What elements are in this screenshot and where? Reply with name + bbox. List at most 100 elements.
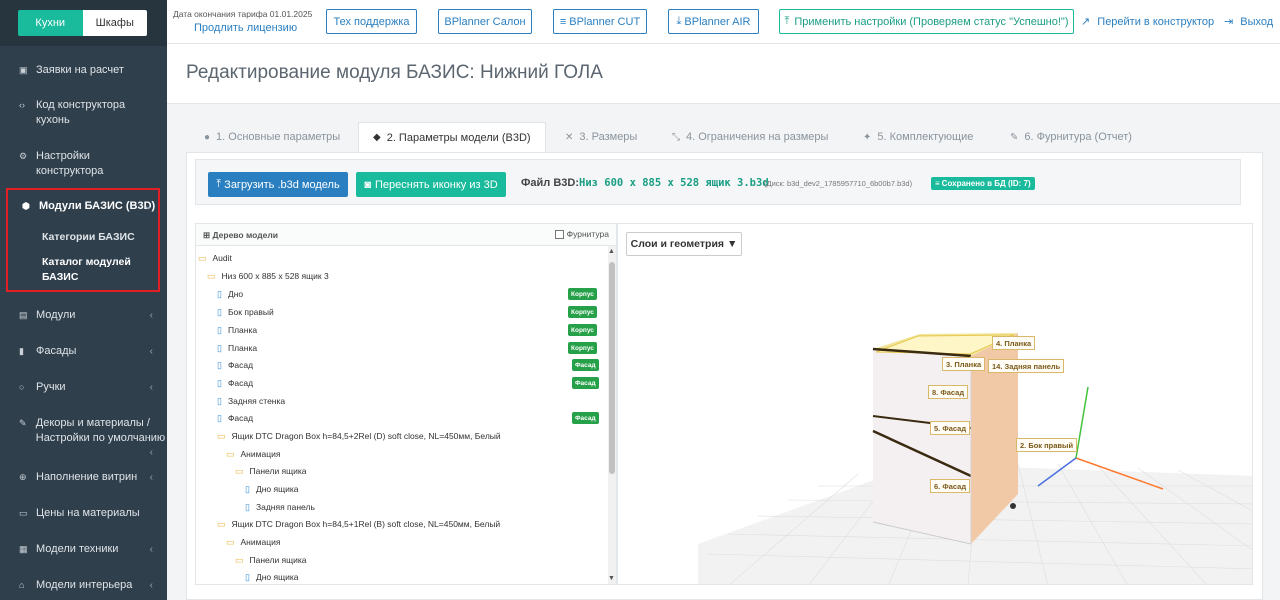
tab-model-params[interactable]: ◆ 2. Параметры модели (B3D) xyxy=(358,122,546,152)
tab-sizes[interactable]: ✕ 3. Размеры xyxy=(565,122,637,152)
tech-support-button[interactable]: Тех поддержка xyxy=(326,9,417,34)
bplanner-salon-button[interactable]: BPlanner Салон xyxy=(438,9,532,34)
folder-icon: ▭ xyxy=(226,536,235,547)
tab-size-limits[interactable]: ⤡ 4. Ограничения на размеры xyxy=(672,122,828,152)
tree-node-label: Планка xyxy=(227,325,258,335)
tree-node[interactable]: ▯ Фасад xyxy=(217,376,253,390)
clipboard-icon: ▣ xyxy=(19,65,28,75)
tree-node[interactable]: ▯ Фасад xyxy=(217,411,253,425)
tree-node[interactable]: ▭ Ящик DTC Dragon Box h=84,5+2Rel (D) sof… xyxy=(217,429,501,443)
tree-node[interactable]: ▯ Задняя панель xyxy=(245,500,315,514)
tree-node-label: Фасад xyxy=(227,360,254,370)
tree-node[interactable]: ▭ Панели ящика xyxy=(235,464,307,478)
sidebar-item-appliances[interactable]: ▦ Модели техники ‹ xyxy=(0,542,167,557)
sidebar-item-facades[interactable]: ▮ Фасады ‹ xyxy=(0,344,167,359)
top-bar: Дата окончания тарифа 01.01.2025 Продлит… xyxy=(167,0,1280,44)
tree-node[interactable]: ▯ Задняя стенка xyxy=(217,394,285,408)
part-label[interactable]: 14. Задняя панель xyxy=(988,359,1065,373)
tree-node[interactable]: ▯ Фасад xyxy=(217,358,253,372)
mode-kitchens-button[interactable]: Кухни xyxy=(18,10,83,36)
chevron-left-icon: ‹ xyxy=(149,447,153,458)
3d-scene[interactable] xyxy=(618,224,1253,585)
tree-node[interactable]: ▭ Анимация xyxy=(226,535,280,549)
bplanner-air-button[interactable]: ⤓ BPlanner AIR xyxy=(668,9,759,34)
code-icon: ‹› xyxy=(19,100,25,110)
tree-node[interactable]: ▯ Дно xyxy=(217,287,243,301)
tree-node-label: Ящик DTC Dragon Box h=84,5+1Rel (B) soft… xyxy=(231,519,501,529)
sidebar-item-code[interactable]: ‹› Код конструктора кухонь xyxy=(0,98,167,128)
tree-node-label: Дно xyxy=(227,289,244,299)
reshoot-icon-button[interactable]: ◙ Переснять иконку из 3D xyxy=(356,172,506,197)
database-icon: ≡ xyxy=(935,179,940,188)
scroll-thumb[interactable] xyxy=(609,262,615,474)
bplanner-cut-button[interactable]: ≡ BPlanner CUT xyxy=(553,9,647,34)
scroll-down-icon[interactable]: ▼ xyxy=(608,575,615,582)
apply-settings-label: Применить настройки (Проверяем статус "У… xyxy=(794,15,1069,28)
tree-node[interactable]: ▯ Планка xyxy=(217,341,257,355)
file-icon: ▯ xyxy=(217,288,222,299)
resize-icon: ⤡ xyxy=(672,131,680,143)
furniture-checkbox[interactable]: Фурнитура xyxy=(554,229,609,239)
sidebar-item-interior[interactable]: ⌂ Модели интерьера ‹ xyxy=(0,578,167,593)
camera-icon: ◙ xyxy=(364,178,371,191)
tree-node[interactable]: ▭ Ящик DTC Dragon Box h=84,5+1Rel (B) sof… xyxy=(217,517,500,531)
part-label[interactable]: 4. Планка xyxy=(992,336,1036,350)
chevron-left-icon: ‹ xyxy=(149,310,153,321)
tab-label: 2. Параметры модели (B3D) xyxy=(386,131,531,144)
part-label[interactable]: 3. Планка xyxy=(942,357,986,371)
tree-node-label: Audit xyxy=(212,253,232,263)
file-icon: ▯ xyxy=(217,377,222,388)
highlight-frame xyxy=(6,188,160,292)
sidebar-item-decors[interactable]: ✎ Декоры и материалы / Настройки по умол… xyxy=(0,416,167,458)
tab-label: 3. Размеры xyxy=(579,131,638,143)
part-label[interactable]: 6. Фасад xyxy=(930,479,971,493)
part-label[interactable]: 8. Фасад xyxy=(928,385,969,399)
tree-node[interactable]: ▯ Дно ящика xyxy=(245,570,298,584)
3d-viewer[interactable]: Слои и геометрия ▼ 4. Планка 3. Планка 1… xyxy=(617,223,1253,585)
tree-node[interactable]: ▯ Планка xyxy=(217,323,257,337)
puzzle-icon: ✦ xyxy=(863,131,872,143)
tree-node[interactable]: ▯ Дно ящика xyxy=(245,482,298,496)
tree-node-label: Планка xyxy=(227,343,258,353)
folder-icon: ▭ xyxy=(235,554,244,565)
mode-wardrobes-button[interactable]: Шкафы xyxy=(82,10,147,36)
folder-icon: ▭ xyxy=(226,448,235,459)
sidebar-item-prices[interactable]: ▭ Цены на материалы xyxy=(0,506,167,521)
scroll-up-icon[interactable]: ▲ xyxy=(608,248,615,255)
tree-node[interactable]: ▯ Бок правый xyxy=(217,305,274,319)
tree-node[interactable]: ▭ Панели ящика xyxy=(235,553,307,567)
sidebar-item-label: Заявки на расчет xyxy=(36,64,124,76)
tab-components[interactable]: ✦ 5. Комплектующие xyxy=(863,122,973,152)
renew-license-link[interactable]: Продлить лицензию xyxy=(194,22,297,34)
tab-hardware-report[interactable]: ✎ 6. Фурнитура (Отчет) xyxy=(1010,122,1132,152)
sidebar-item-label: Модели интерьера xyxy=(36,579,133,591)
tree-node[interactable]: ▭ Анимация xyxy=(226,447,280,461)
model-tree-title: ⊞ Дерево модели xyxy=(203,230,278,241)
layers-geometry-dropdown[interactable]: Слои и геометрия ▼ xyxy=(626,232,742,256)
logout-link[interactable]: ⇥ Выход xyxy=(1224,15,1273,28)
tree-node[interactable]: ▭ Низ 600 x 885 x 528 ящик 3 xyxy=(207,269,329,283)
sidebar-item-showcase[interactable]: ⊕ Наполнение витрин ‹ xyxy=(0,470,167,485)
tab-label: 6. Фурнитура (Отчет) xyxy=(1024,131,1132,143)
tab-label: 5. Комплектующие xyxy=(877,131,974,143)
sidebar-item-modules[interactable]: ▤ Модули ‹ xyxy=(0,308,167,323)
sidebar-item-handles[interactable]: ○ Ручки ‹ xyxy=(0,380,167,395)
upload-b3d-button[interactable]: ⤒ Загрузить .b3d модель xyxy=(208,172,348,197)
part-label[interactable]: 5. Фасад xyxy=(930,421,971,435)
saved-status-badge: ≡ Сохранено в БД (ID: 7) xyxy=(931,177,1035,190)
apply-settings-button[interactable]: ⤒ Применить настройки (Проверяем статус … xyxy=(779,9,1074,34)
category-badge: Фасад xyxy=(572,412,599,424)
tree-node[interactable]: ▭ Audit xyxy=(198,251,232,265)
sidebar-item-requests[interactable]: ▣ Заявки на расчет xyxy=(0,63,167,78)
checkbox-box[interactable] xyxy=(554,229,564,239)
sidebar-item-label: Модели техники xyxy=(36,543,119,555)
file-icon: ▯ xyxy=(217,306,222,317)
part-label[interactable]: 2. Бок правый xyxy=(1016,438,1078,452)
gears-icon: ⚙ xyxy=(19,151,28,161)
page-header: Редактирование модуля БАЗИС: Нижний ГОЛА xyxy=(167,44,1280,104)
tab-basic-params[interactable]: ● 1. Основные параметры xyxy=(204,122,340,152)
go-to-constructor-link[interactable]: ↗ Перейти в конструктор xyxy=(1081,15,1214,28)
tree-scrollbar[interactable]: ▲ ▼ xyxy=(608,246,616,584)
sidebar-item-settings[interactable]: ⚙ Настройки конструктора xyxy=(0,149,167,179)
tree-node-label: Фасад xyxy=(227,413,254,423)
